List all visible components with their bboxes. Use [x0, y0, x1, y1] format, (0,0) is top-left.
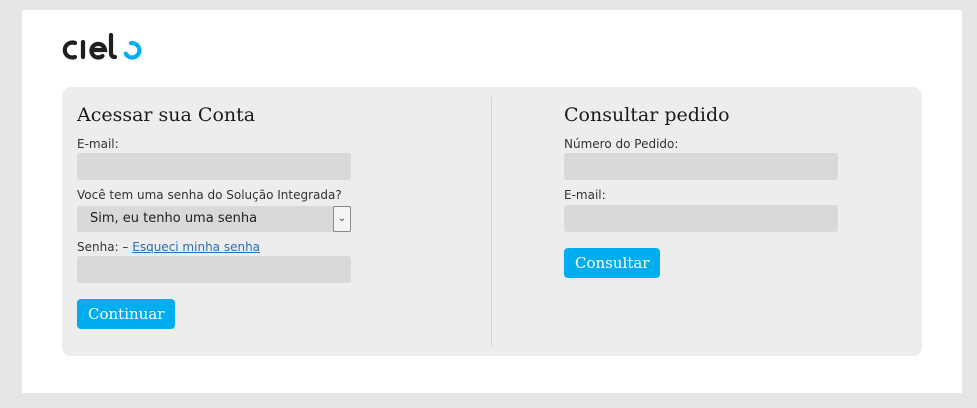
order-email-input[interactable] — [564, 205, 838, 232]
email-label: E-mail: — [77, 137, 119, 151]
access-panel: Acessar sua Conta E-mail: Você tem uma s… — [62, 87, 922, 356]
order-number-input[interactable] — [564, 153, 838, 180]
has-password-select[interactable]: Sim, eu tenho uma senha ⌄ — [77, 206, 351, 232]
login-title: Acessar sua Conta — [77, 104, 256, 126]
consult-button[interactable]: Consultar — [564, 248, 661, 278]
forgot-password-link[interactable]: Esqueci minha senha — [132, 240, 260, 254]
password-label: Senha: – — [77, 240, 129, 254]
password-question-label: Você tem uma senha do Solução Integrada? — [77, 188, 342, 202]
password-label-row: Senha: – Esqueci minha senha — [77, 240, 260, 254]
page-container: Acessar sua Conta E-mail: Você tem uma s… — [22, 10, 962, 393]
order-email-label: E-mail: — [564, 188, 606, 202]
order-title: Consultar pedido — [564, 104, 730, 126]
password-input[interactable] — [77, 256, 351, 283]
continue-button[interactable]: Continuar — [77, 299, 176, 329]
select-selected-value: Sim, eu tenho uma senha — [90, 211, 258, 226]
chevron-down-icon[interactable]: ⌄ — [333, 206, 351, 232]
order-number-label: Número do Pedido: — [564, 137, 679, 151]
cielo-logo — [62, 32, 142, 60]
login-email-input[interactable] — [77, 153, 351, 180]
column-divider — [491, 97, 492, 346]
